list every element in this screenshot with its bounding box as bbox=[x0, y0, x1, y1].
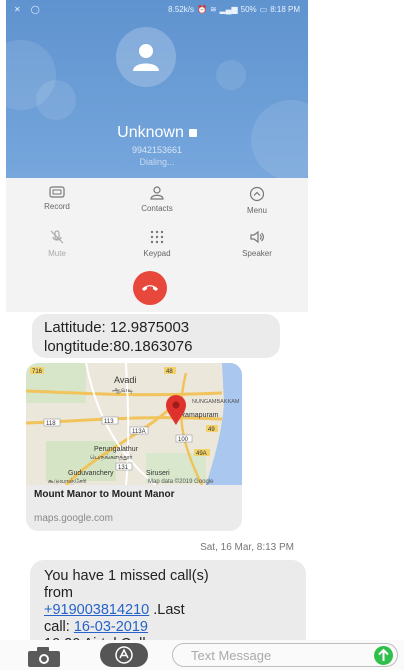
road-label-49a: 49A bbox=[196, 451, 207, 457]
network-speed: 8.52k/s bbox=[168, 4, 194, 14]
road-label-113a: 113A bbox=[132, 429, 146, 435]
map-title: Mount Manor to Mount Manor bbox=[34, 489, 175, 500]
usb-icon: ✕ bbox=[14, 4, 21, 14]
date-link[interactable]: 16-03-2019 bbox=[74, 619, 148, 635]
status-bar: ✕ ◯ 8.52k/s ⏰ ≋ ▂▄▆ 50% ▭ 8:18 PM bbox=[6, 0, 308, 18]
map-label-guduvanchery: Guduvanchery bbox=[68, 470, 114, 477]
circle-icon: ◯ bbox=[30, 4, 40, 14]
keypad-label: Keypad bbox=[143, 249, 171, 258]
road-label-113: 113 bbox=[104, 419, 114, 425]
road-label-118: 118 bbox=[46, 421, 56, 427]
map-label-avadi: Avadi bbox=[114, 375, 136, 385]
map-label-avadi-tamil: ஆவடி bbox=[112, 387, 134, 394]
message-placeholder: Text Message bbox=[191, 648, 272, 663]
decor-bubble bbox=[216, 60, 246, 90]
menu-icon bbox=[249, 186, 265, 202]
missed-last-text: .Last bbox=[149, 602, 185, 618]
map-label-nungambakkam: NUNGAMBAKKAM bbox=[192, 399, 240, 405]
map-label-guduvanchery-tamil: கூடுவாஞ்சேரி bbox=[48, 478, 87, 485]
menu-button[interactable]: Menu bbox=[207, 186, 307, 215]
message-input[interactable]: Text Message bbox=[172, 643, 398, 667]
road-label-131: 131 bbox=[118, 465, 129, 471]
avatar bbox=[116, 27, 176, 87]
contact-tag-icon bbox=[188, 128, 197, 137]
keypad-icon bbox=[150, 230, 164, 244]
map-url[interactable]: maps.google.com bbox=[34, 513, 113, 524]
phone-number-link[interactable]: +919003814210 bbox=[44, 602, 149, 618]
missed-call-prefix: call: bbox=[44, 619, 74, 635]
alarm-icon: ⏰ bbox=[196, 4, 207, 14]
mute-icon bbox=[50, 230, 64, 244]
latitude-line: Lattitude: 12.9875003 bbox=[44, 319, 190, 336]
caller-name: Unknown bbox=[117, 124, 184, 141]
road-label-49: 49 bbox=[208, 427, 215, 433]
map-label-perungalathur: Perungalathur bbox=[94, 446, 139, 453]
missed-line-2: from bbox=[44, 585, 73, 601]
battery-percent: 50% bbox=[240, 4, 257, 14]
send-button[interactable] bbox=[374, 646, 393, 665]
contacts-label: Contacts bbox=[141, 204, 173, 213]
map-attribution: Map data ©2019 Google bbox=[148, 478, 214, 485]
mute-button[interactable]: Mute bbox=[7, 229, 107, 258]
missed-line-1: You have 1 missed call(s) bbox=[44, 568, 209, 584]
battery-icon: ▭ bbox=[259, 4, 268, 14]
keypad-button[interactable]: Keypad bbox=[107, 229, 207, 258]
contacts-button[interactable]: Contacts bbox=[107, 186, 207, 213]
caller-number: 9942153661 bbox=[131, 145, 183, 155]
contacts-icon bbox=[150, 186, 164, 200]
apps-button[interactable] bbox=[100, 643, 148, 667]
call-screen: ✕ ◯ 8.52k/s ⏰ ≋ ▂▄▆ 50% ▭ 8:18 PM Unknow… bbox=[6, 0, 308, 312]
signal-icon: ▂▄▆ bbox=[219, 4, 238, 14]
person-icon bbox=[133, 44, 159, 71]
map-label-ramapuram: Ramapuram bbox=[180, 412, 219, 419]
end-call-button[interactable] bbox=[133, 271, 167, 305]
map-label-perungalathur-tamil: பெருங்களத்தூர் bbox=[90, 454, 133, 461]
map-label-siruseri: Siruseri bbox=[146, 470, 170, 477]
hangup-icon bbox=[142, 285, 158, 291]
status-time: 8:18 PM bbox=[270, 4, 300, 14]
apps-icon bbox=[115, 646, 133, 664]
longitude-line: longtitude:80.1863076 bbox=[44, 338, 193, 355]
map-thumbnail[interactable]: 716 48 118 113 113A 100 49 49A 131 Avadi… bbox=[26, 363, 242, 485]
speaker-button[interactable]: Speaker bbox=[207, 229, 307, 258]
wifi-icon: ≋ bbox=[209, 4, 217, 14]
location-message[interactable]: Lattitude: 12.9875003 longtitude:80.1863… bbox=[32, 314, 280, 358]
caller-name-row: Unknown bbox=[6, 124, 308, 142]
map-preview-card[interactable]: 716 48 118 113 113A 100 49 49A 131 Avadi… bbox=[26, 363, 242, 531]
compose-bar: Text Message bbox=[0, 640, 404, 670]
call-state: Dialing... bbox=[139, 157, 175, 167]
mute-label: Mute bbox=[48, 249, 66, 258]
speaker-icon bbox=[250, 230, 264, 244]
message-timestamp: Sat, 16 Mar, 8:13 PM bbox=[200, 542, 294, 553]
missed-line-3: +919003814210 .Last bbox=[44, 602, 292, 619]
road-label-100: 100 bbox=[178, 437, 189, 443]
missed-line-4: call: 16-03-2019 bbox=[44, 619, 292, 636]
send-arrow-icon bbox=[378, 648, 389, 661]
record-button[interactable]: Record bbox=[7, 186, 107, 211]
road-label-716: 716 bbox=[32, 369, 43, 375]
record-label: Record bbox=[44, 202, 70, 211]
menu-label: Menu bbox=[246, 206, 267, 215]
speaker-label: Speaker bbox=[242, 249, 272, 258]
camera-icon[interactable] bbox=[26, 646, 62, 668]
call-header: ✕ ◯ 8.52k/s ⏰ ≋ ▂▄▆ 50% ▭ 8:18 PM Unknow… bbox=[6, 0, 308, 178]
record-icon bbox=[49, 186, 65, 198]
road-label-48: 48 bbox=[166, 369, 173, 375]
decor-bubble bbox=[36, 80, 76, 120]
